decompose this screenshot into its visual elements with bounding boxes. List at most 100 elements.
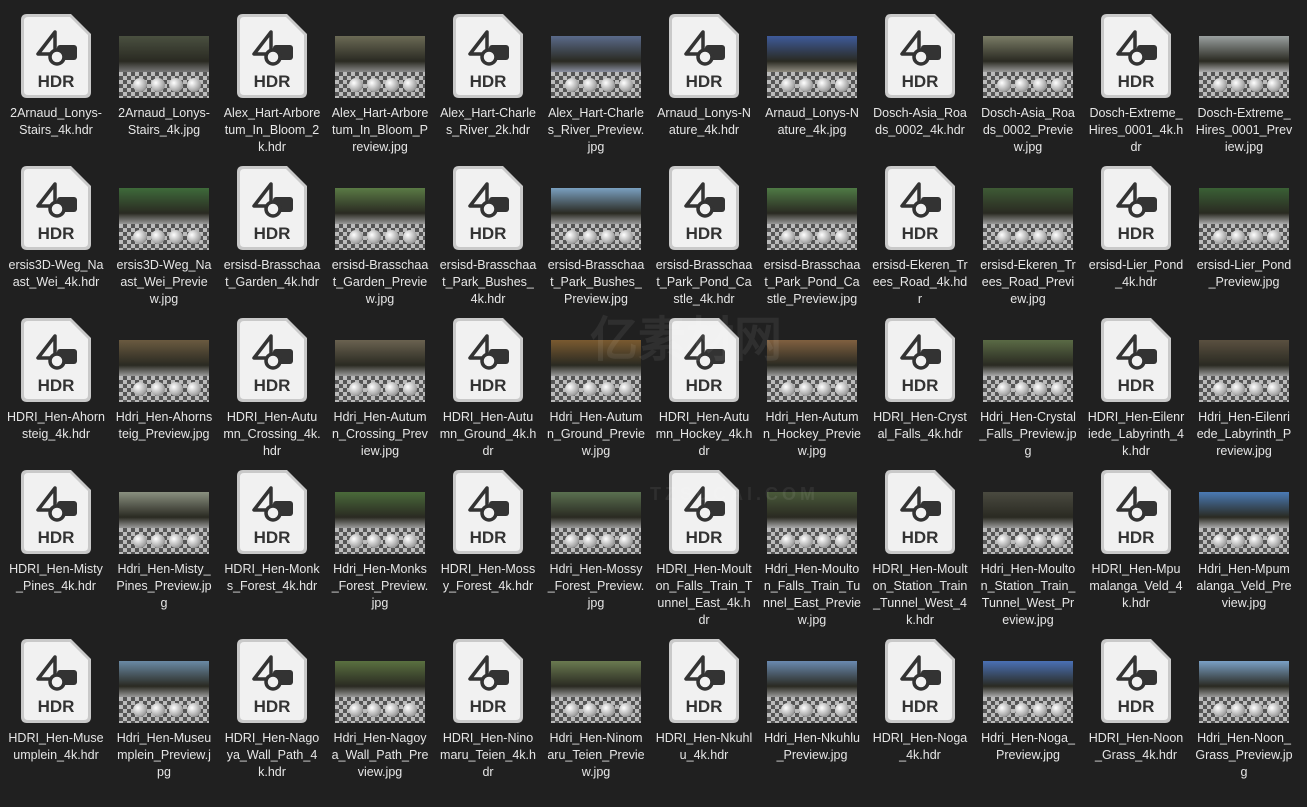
- file-name: Hdri_Hen-Nagoya_Wall_Path_Preview.jpg: [331, 731, 429, 779]
- file-item-jpg[interactable]: Hdri_Hen-Ahornsteig_Preview.jpg: [110, 314, 218, 466]
- file-item-hdr[interactable]: HDR ersisd-Lier_Pond_4k.hdr: [1082, 162, 1190, 314]
- file-item-jpg[interactable]: Hdri_Hen-Mpumalanga_Veld_Preview.jpg: [1190, 466, 1298, 635]
- file-item-hdr[interactable]: HDR HDRI_Hen-Crystal_Falls_4k.hdr: [866, 314, 974, 466]
- file-item-hdr[interactable]: HDR HDRI_Hen-Ahornsteig_4k.hdr: [2, 314, 110, 466]
- thumbnail-scene: [119, 188, 209, 224]
- file-item-jpg[interactable]: Hdri_Hen-Nagoya_Wall_Path_Preview.jpg: [326, 635, 434, 787]
- file-name: Dosch-Asia_Roads_0002_Preview.jpg: [981, 106, 1075, 154]
- thumbnail-sphere: [1015, 230, 1029, 244]
- file-item-jpg[interactable]: Hdri_Hen-Autumn_Ground_Preview.jpg: [542, 314, 650, 466]
- file-item-jpg[interactable]: ersisd-Ekeren_Trees_Road_Preview.jpg: [974, 162, 1082, 314]
- file-item-hdr[interactable]: HDR HDRI_Hen-Autumn_Ground_4k.hdr: [434, 314, 542, 466]
- file-item-hdr[interactable]: HDR HDRI_Hen-Ninomaru_Teien_4k.hdr: [434, 635, 542, 787]
- hdr-file-icon: HDR: [885, 639, 955, 723]
- file-name: Hdri_Hen-Autumn_Hockey_Preview.jpg: [763, 410, 861, 458]
- thumbnail-sphere: [403, 230, 417, 244]
- file-item-hdr[interactable]: HDR 2Arnaud_Lonys-Stairs_4k.hdr: [2, 10, 110, 162]
- file-item-hdr[interactable]: HDR HDRI_Hen-Autumn_Crossing_4k.hdr: [218, 314, 326, 466]
- file-item-hdr[interactable]: HDR HDRI_Hen-Nkuhlu_4k.hdr: [650, 635, 758, 787]
- hdr-file-icon: HDR: [885, 166, 955, 250]
- file-item-jpg[interactable]: Hdri_Hen-Mossy_Forest_Preview.jpg: [542, 466, 650, 635]
- thumbnail-scene: [551, 661, 641, 697]
- file-item-hdr[interactable]: HDR HDRI_Hen-Mossy_Forest_4k.hdr: [434, 466, 542, 635]
- file-item-jpg[interactable]: Hdri_Hen-Noga_Preview.jpg: [974, 635, 1082, 787]
- file-item-jpg[interactable]: Hdri_Hen-Monks_Forest_Preview.jpg: [326, 466, 434, 635]
- hdr-file-icon: HDR: [1101, 318, 1171, 402]
- thumbnail-sphere: [403, 78, 417, 92]
- file-item-jpg[interactable]: Hdri_Hen-Museumplein_Preview.jpg: [110, 635, 218, 787]
- file-item-jpg[interactable]: ersisd-Lier_Pond_Preview.jpg: [1190, 162, 1298, 314]
- file-item-hdr[interactable]: HDR Alex_Hart-Charles_River_2k.hdr: [434, 10, 542, 162]
- thumbnail-area: HDR: [222, 314, 322, 406]
- thumbnail-sphere: [403, 382, 417, 396]
- hdr-file-icon: HDR: [669, 470, 739, 554]
- file-item-hdr[interactable]: HDR HDRI_Hen-Museumplein_4k.hdr: [2, 635, 110, 787]
- file-item-hdr[interactable]: HDR HDRI_Hen-Noon_Grass_4k.hdr: [1082, 635, 1190, 787]
- thumbnail-area: HDR: [1086, 162, 1186, 254]
- thumbnail-area: HDR: [6, 10, 106, 102]
- thumbnail-sphere: [619, 534, 633, 548]
- file-name: HDRI_Hen-Nkuhlu_4k.hdr: [655, 731, 753, 762]
- file-item-hdr[interactable]: HDR HDRI_Hen-Misty_Pines_4k.hdr: [2, 466, 110, 635]
- file-item-jpg[interactable]: Hdri_Hen-Ninomaru_Teien_Preview.jpg: [542, 635, 650, 787]
- file-item-hdr[interactable]: HDR HDRI_Hen-Mpumalanga_Veld_4k.hdr: [1082, 466, 1190, 635]
- file-item-hdr[interactable]: HDR HDRI_Hen-Moulton_Falls_Train_Tunnel_…: [650, 466, 758, 635]
- thumbnail-area: [330, 162, 430, 254]
- file-item-hdr[interactable]: HDR ersis3D-Weg_Naast_Wei_4k.hdr: [2, 162, 110, 314]
- file-item-jpg[interactable]: ersis3D-Weg_Naast_Wei_Preview.jpg: [110, 162, 218, 314]
- thumbnail-sphere: [1231, 230, 1245, 244]
- file-item-hdr[interactable]: HDR ersisd-Brasschaat_Garden_4k.hdr: [218, 162, 326, 314]
- thumbnail-sphere: [601, 534, 615, 548]
- file-item-jpg[interactable]: Hdri_Hen-Eilenriede_Labyrinth_Preview.jp…: [1190, 314, 1298, 466]
- file-name: Hdri_Hen-Museumplein_Preview.jpg: [116, 731, 212, 779]
- hdr-file-icon: HDR: [21, 14, 91, 98]
- thumbnail-area: HDR: [654, 314, 754, 406]
- file-item-hdr[interactable]: HDR HDRI_Hen-Autumn_Hockey_4k.hdr: [650, 314, 758, 466]
- file-item-jpg[interactable]: Hdri_Hen-Nkuhlu_Preview.jpg: [758, 635, 866, 787]
- file-item-jpg[interactable]: Hdri_Hen-Misty_Pines_Preview.jpg: [110, 466, 218, 635]
- file-name: Hdri_Hen-Autumn_Ground_Preview.jpg: [547, 410, 645, 458]
- file-item-hdr[interactable]: HDR Alex_Hart-Arboretum_In_Bloom_2k.hdr: [218, 10, 326, 162]
- hdr-file-icon: HDR: [453, 470, 523, 554]
- file-item-jpg[interactable]: Arnaud_Lonys-Nature_4k.jpg: [758, 10, 866, 162]
- file-item-hdr[interactable]: HDR ersisd-Ekeren_Trees_Road_4k.hdr: [866, 162, 974, 314]
- file-item-jpg[interactable]: ersisd-Brasschaat_Garden_Preview.jpg: [326, 162, 434, 314]
- file-item-jpg[interactable]: Hdri_Hen-Noon_Grass_Preview.jpg: [1190, 635, 1298, 787]
- file-item-hdr[interactable]: HDR HDRI_Hen-Noga_4k.hdr: [866, 635, 974, 787]
- file-item-hdr[interactable]: HDR Dosch-Asia_Roads_0002_4k.hdr: [866, 10, 974, 162]
- file-item-jpg[interactable]: Dosch-Extreme_Hires_0001_Preview.jpg: [1190, 10, 1298, 162]
- hdr-file-icon: HDR: [21, 166, 91, 250]
- thumbnail-sphere: [1015, 382, 1029, 396]
- file-item-jpg[interactable]: Hdri_Hen-Crystal_Falls_Preview.jpg: [974, 314, 1082, 466]
- file-item-jpg[interactable]: Hdri_Hen-Autumn_Crossing_Preview.jpg: [326, 314, 434, 466]
- file-item-jpg[interactable]: Hdri_Hen-Moulton_Station_Train_Tunnel_We…: [974, 466, 1082, 635]
- image-thumbnail: [983, 188, 1073, 250]
- file-item-hdr[interactable]: HDR Dosch-Extreme_Hires_0001_4k.hdr: [1082, 10, 1190, 162]
- file-item-hdr[interactable]: HDR ersisd-Brasschaat_Park_Pond_Castle_4…: [650, 162, 758, 314]
- file-item-hdr[interactable]: HDR HDRI_Hen-Eilenriede_Labyrinth_4k.hdr: [1082, 314, 1190, 466]
- file-item-hdr[interactable]: HDR HDRI_Hen-Nagoya_Wall_Path_4k.hdr: [218, 635, 326, 787]
- file-item-jpg[interactable]: Hdri_Hen-Autumn_Hockey_Preview.jpg: [758, 314, 866, 466]
- file-name: HDRI_Hen-Monks_Forest_4k.hdr: [224, 562, 320, 593]
- file-item-hdr[interactable]: HDR ersisd-Brasschaat_Park_Bushes_4k.hdr: [434, 162, 542, 314]
- thumbnail-sphere: [1267, 703, 1281, 717]
- file-name: ersisd-Ekeren_Trees_Road_4k.hdr: [872, 258, 968, 306]
- image-thumbnail: [1199, 188, 1289, 250]
- file-item-jpg[interactable]: Alex_Hart-Charles_River_Preview.jpg: [542, 10, 650, 162]
- file-item-jpg[interactable]: Dosch-Asia_Roads_0002_Preview.jpg: [974, 10, 1082, 162]
- thumbnail-area: HDR: [654, 162, 754, 254]
- svg-text:HDR: HDR: [902, 528, 939, 547]
- thumbnail-scene: [119, 340, 209, 376]
- file-item-jpg[interactable]: ersisd-Brasschaat_Park_Pond_Castle_Previ…: [758, 162, 866, 314]
- image-thumbnail: [983, 661, 1073, 723]
- thumbnail-area: [330, 314, 430, 406]
- thumbnail-sphere: [151, 78, 165, 92]
- thumbnail-sphere: [1213, 78, 1227, 92]
- file-item-hdr[interactable]: HDR Arnaud_Lonys-Nature_4k.hdr: [650, 10, 758, 162]
- file-item-hdr[interactable]: HDR HDRI_Hen-Moulton_Station_Train_Tunne…: [866, 466, 974, 635]
- file-item-jpg[interactable]: Alex_Hart-Arboretum_In_Bloom_Preview.jpg: [326, 10, 434, 162]
- file-item-jpg[interactable]: 2Arnaud_Lonys-Stairs_4k.jpg: [110, 10, 218, 162]
- file-item-jpg[interactable]: ersisd-Brasschaat_Park_Bushes_Preview.jp…: [542, 162, 650, 314]
- file-item-hdr[interactable]: HDR HDRI_Hen-Monks_Forest_4k.hdr: [218, 466, 326, 635]
- file-item-jpg[interactable]: Hdri_Hen-Moulton_Falls_Train_Tunnel_East…: [758, 466, 866, 635]
